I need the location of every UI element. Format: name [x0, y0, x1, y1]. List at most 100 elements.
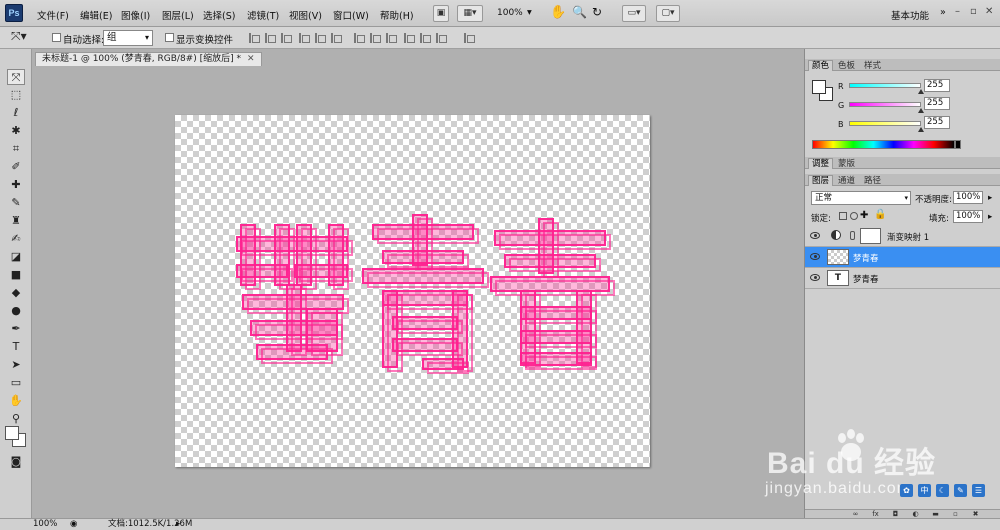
menu-layer[interactable]: 图层(L) [162, 8, 194, 22]
crop-tool-icon[interactable]: ⌗ [7, 141, 25, 157]
zoom-level[interactable]: 100% [497, 8, 523, 18]
tab-masks[interactable]: 蒙版 [834, 158, 859, 170]
dodge-tool-icon[interactable]: ● [7, 303, 25, 319]
eye-icon[interactable] [810, 232, 820, 239]
lock-position-icon[interactable]: ✚ [860, 210, 868, 221]
delete-layer-icon[interactable]: ✖ [971, 510, 980, 518]
align-left-icon[interactable] [297, 32, 310, 44]
arrange-documents-icon[interactable]: ▭▾ [622, 5, 646, 22]
menu-image[interactable]: 图像(I) [121, 8, 150, 22]
move-tool-preset-icon[interactable]: ⤧▾ [11, 29, 27, 44]
brush-tool-icon[interactable]: ✎ [7, 195, 25, 211]
distribute-vcenter-icon[interactable] [368, 32, 381, 44]
channel-b-value[interactable]: 255 [924, 116, 950, 129]
align-top-icon[interactable] [247, 32, 260, 44]
channel-b-slider[interactable] [849, 121, 921, 126]
rotate-view-icon[interactable]: ↻ [592, 5, 602, 19]
menu-help[interactable]: 帮助(H) [380, 8, 414, 22]
lock-pixels-icon[interactable] [850, 212, 858, 220]
tab-channels[interactable]: 通道 [834, 175, 859, 187]
close-icon[interactable]: ✕ [985, 6, 993, 17]
ime-mode-icon[interactable]: 中 [918, 484, 931, 497]
screen-mode-icon[interactable]: ▢▾ [656, 5, 680, 22]
eye-icon[interactable] [810, 274, 820, 281]
opacity-arrow-icon[interactable]: ▸ [988, 193, 992, 203]
distribute-hcenter-icon[interactable] [418, 32, 431, 44]
foreground-color-swatch[interactable] [5, 426, 19, 440]
channel-g-value[interactable]: 255 [924, 97, 950, 110]
menu-filter[interactable]: 滤镜(T) [247, 8, 279, 22]
fill-arrow-icon[interactable]: ▸ [988, 212, 992, 222]
chain-link-icon[interactable] [850, 231, 855, 240]
type-tool-icon[interactable]: T [7, 339, 25, 355]
shape-tool-icon[interactable]: ▭ [7, 375, 25, 391]
eye-icon[interactable] [810, 253, 820, 260]
show-transform-checkbox[interactable] [165, 33, 174, 42]
menu-edit[interactable]: 编辑(E) [80, 8, 112, 22]
auto-select-dropdown[interactable]: 组 ▾ [103, 30, 153, 46]
channel-g-slider[interactable] [849, 102, 921, 107]
layer-row-text[interactable]: T 梦青春 [805, 268, 1000, 289]
blend-mode-dropdown[interactable]: 正常 ▾ [811, 191, 911, 205]
blur-tool-icon[interactable]: ◆ [7, 285, 25, 301]
zoom-dropdown-icon[interactable]: ▾ [527, 7, 532, 18]
distribute-right-icon[interactable] [434, 32, 447, 44]
menu-select[interactable]: 选择(S) [203, 8, 235, 22]
distribute-bottom-icon[interactable] [384, 32, 397, 44]
restore-icon[interactable]: ▫ [970, 6, 977, 17]
add-mask-icon[interactable]: ◘ [891, 510, 900, 518]
clone-stamp-tool-icon[interactable]: ♜ [7, 213, 25, 229]
new-group-icon[interactable]: ▬ [931, 510, 940, 518]
layer-style-icon[interactable]: fx [871, 510, 880, 518]
color-spectrum-black[interactable] [955, 140, 961, 149]
auto-select-checkbox[interactable] [52, 33, 61, 42]
layer-mask-thumbnail[interactable] [860, 228, 881, 244]
tab-adjustments[interactable]: 调整 [808, 158, 834, 169]
auto-align-icon[interactable] [462, 32, 475, 44]
zoom-tool-icon[interactable]: 🔍 [572, 5, 587, 19]
move-tool-icon[interactable]: ⤧ [7, 69, 25, 85]
view-extras-icon[interactable]: ▦▾ [457, 5, 483, 22]
canvas[interactable] [175, 115, 650, 467]
status-menu-icon[interactable]: ◉ [70, 519, 77, 530]
zoom-tool-icon[interactable]: ⚲ [7, 411, 25, 427]
align-hcenter-icon[interactable] [313, 32, 326, 44]
marquee-tool-icon[interactable]: ⬚ [7, 87, 25, 103]
workspace-switcher[interactable]: 基本功能 [891, 8, 929, 22]
paw-icon[interactable]: ✿ [900, 484, 913, 497]
lock-all-icon[interactable]: 🔒 [874, 209, 886, 220]
align-bottom-icon[interactable] [279, 32, 292, 44]
eyedropper-tool-icon[interactable]: ✐ [7, 159, 25, 175]
pen-tool-icon[interactable]: ✒ [7, 321, 25, 337]
distribute-left-icon[interactable] [402, 32, 415, 44]
link-layers-icon[interactable]: ∞ [851, 510, 860, 518]
lock-transparency-icon[interactable] [839, 212, 847, 220]
tab-swatches[interactable]: 色板 [834, 60, 859, 72]
channel-r-slider[interactable] [849, 83, 921, 88]
healing-brush-tool-icon[interactable]: ✚ [7, 177, 25, 193]
history-brush-tool-icon[interactable]: ✍ [7, 231, 25, 247]
path-selection-tool-icon[interactable]: ➤ [7, 357, 25, 373]
close-icon[interactable]: ✕ [247, 54, 255, 64]
quick-mask-icon[interactable]: ◙ [7, 454, 25, 470]
opacity-input[interactable]: 100% [953, 191, 983, 204]
channel-r-value[interactable]: 255 [924, 79, 950, 92]
gradient-tool-icon[interactable]: ■ [7, 267, 25, 283]
align-right-icon[interactable] [329, 32, 342, 44]
document-tab[interactable]: 未标题-1 @ 100% (梦青春, RGB/8#) [缩放后] * ✕ [35, 52, 262, 66]
status-expand-icon[interactable]: ▸ [176, 519, 180, 530]
hand-tool-icon[interactable]: ✋ [7, 393, 25, 409]
magic-wand-tool-icon[interactable]: ✱ [7, 123, 25, 139]
align-vcenter-icon[interactable] [263, 32, 276, 44]
color-fg-swatch[interactable] [812, 80, 826, 94]
fill-input[interactable]: 100% [953, 210, 983, 223]
status-zoom[interactable]: 100% [33, 519, 57, 530]
pen-icon[interactable]: ✎ [954, 484, 967, 497]
tab-styles[interactable]: 样式 [860, 60, 885, 72]
color-spectrum[interactable] [812, 140, 955, 149]
menu-file[interactable]: 文件(F) [37, 8, 69, 22]
eraser-tool-icon[interactable]: ◪ [7, 249, 25, 265]
moon-icon[interactable]: ☾ [936, 484, 949, 497]
bridge-icon[interactable]: ▣ [433, 5, 449, 22]
layer-row-gradient-map[interactable]: 渐变映射 1 [805, 226, 1000, 247]
